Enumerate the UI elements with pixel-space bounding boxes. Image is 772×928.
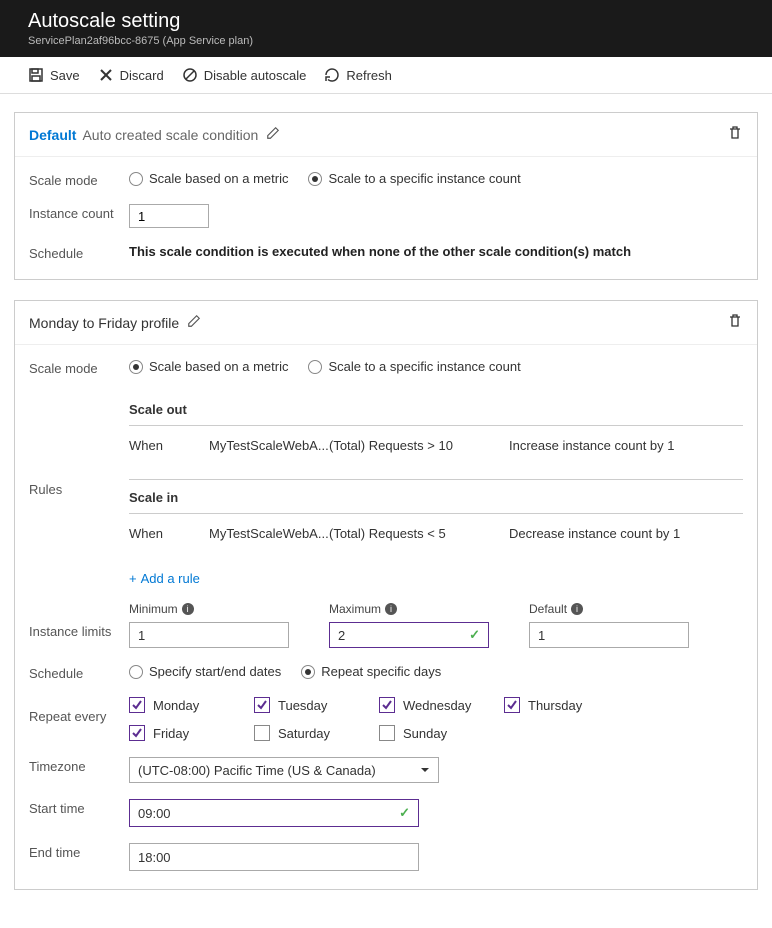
end-time-input[interactable]: 18:00 bbox=[129, 843, 419, 871]
close-icon bbox=[98, 67, 114, 83]
radio-scale-metric-2[interactable]: Scale based on a metric bbox=[129, 359, 288, 374]
checkbox-friday[interactable] bbox=[129, 725, 145, 741]
instance-limits-label: Instance limits bbox=[29, 602, 129, 639]
info-icon[interactable]: i bbox=[182, 603, 194, 615]
scale-out-rule[interactable]: When MyTestScaleWebA... (Total) Requests… bbox=[129, 426, 743, 465]
checkbox-wednesday[interactable] bbox=[379, 697, 395, 713]
scale-in-rule[interactable]: When MyTestScaleWebA... (Total) Requests… bbox=[129, 514, 743, 553]
edit-profile-name-button[interactable] bbox=[187, 314, 201, 331]
save-button[interactable]: Save bbox=[28, 67, 80, 83]
scale-in-header: Scale in bbox=[129, 479, 743, 514]
default-subtitle: Auto created scale condition bbox=[82, 127, 258, 143]
default-title: Default bbox=[29, 127, 76, 143]
profile-card: Monday to Friday profile Scale mode Scal… bbox=[14, 300, 758, 890]
info-icon[interactable]: i bbox=[385, 603, 397, 615]
refresh-icon bbox=[324, 67, 340, 83]
scale-out-header: Scale out bbox=[129, 392, 743, 426]
end-time-label: End time bbox=[29, 843, 129, 860]
plus-icon: + bbox=[129, 571, 137, 586]
chevron-down-icon bbox=[420, 765, 430, 775]
default-input[interactable]: 1 bbox=[529, 622, 689, 648]
radio-scale-count[interactable]: Scale to a specific instance count bbox=[308, 171, 520, 186]
checkbox-tuesday[interactable] bbox=[254, 697, 270, 713]
start-time-label: Start time bbox=[29, 799, 129, 816]
page-subtitle: ServicePlan2af96bcc-8675 (App Service pl… bbox=[28, 35, 752, 47]
repeat-every-label: Repeat every bbox=[29, 697, 129, 724]
checkbox-thursday[interactable] bbox=[504, 697, 520, 713]
maximum-input[interactable]: 2✓ bbox=[329, 622, 489, 648]
checkbox-saturday[interactable] bbox=[254, 725, 270, 741]
page-title: Autoscale setting bbox=[28, 10, 752, 33]
instance-count-label: Instance count bbox=[29, 204, 129, 221]
schedule-text: This scale condition is executed when no… bbox=[129, 244, 743, 259]
radio-specify-dates[interactable]: Specify start/end dates bbox=[129, 664, 281, 679]
disable-icon bbox=[182, 67, 198, 83]
checkbox-sunday[interactable] bbox=[379, 725, 395, 741]
trash-icon bbox=[727, 125, 743, 141]
scale-mode-label: Scale mode bbox=[29, 171, 129, 188]
refresh-button[interactable]: Refresh bbox=[324, 67, 392, 83]
checkbox-monday[interactable] bbox=[129, 697, 145, 713]
disable-autoscale-button[interactable]: Disable autoscale bbox=[182, 67, 307, 83]
page-header: Autoscale setting ServicePlan2af96bcc-86… bbox=[0, 0, 772, 57]
check-icon: ✓ bbox=[399, 805, 410, 821]
rules-label: Rules bbox=[29, 392, 129, 497]
info-icon[interactable]: i bbox=[571, 603, 583, 615]
schedule-label: Schedule bbox=[29, 244, 129, 261]
pencil-icon bbox=[266, 126, 280, 140]
radio-scale-metric[interactable]: Scale based on a metric bbox=[129, 171, 288, 186]
trash-icon bbox=[727, 313, 743, 329]
schedule-label: Schedule bbox=[29, 664, 129, 681]
default-condition-card: Default Auto created scale condition Scal… bbox=[14, 112, 758, 280]
check-icon: ✓ bbox=[469, 627, 480, 643]
radio-repeat-days[interactable]: Repeat specific days bbox=[301, 664, 441, 679]
discard-button[interactable]: Discard bbox=[98, 67, 164, 83]
delete-profile-button[interactable] bbox=[727, 313, 743, 332]
profile-title: Monday to Friday profile bbox=[29, 315, 179, 331]
start-time-input[interactable]: 09:00✓ bbox=[129, 799, 419, 827]
add-rule-button[interactable]: +Add a rule bbox=[129, 571, 200, 586]
instance-count-input[interactable] bbox=[129, 204, 209, 228]
pencil-icon bbox=[187, 314, 201, 328]
timezone-label: Timezone bbox=[29, 757, 129, 774]
delete-default-button[interactable] bbox=[727, 125, 743, 144]
timezone-select[interactable]: (UTC-08:00) Pacific Time (US & Canada) bbox=[129, 757, 439, 783]
scale-mode-label: Scale mode bbox=[29, 359, 129, 376]
save-icon bbox=[28, 67, 44, 83]
toolbar: Save Discard Disable autoscale Refresh bbox=[0, 57, 772, 94]
edit-default-name-button[interactable] bbox=[266, 126, 280, 143]
radio-scale-count-2[interactable]: Scale to a specific instance count bbox=[308, 359, 520, 374]
minimum-input[interactable]: 1 bbox=[129, 622, 289, 648]
